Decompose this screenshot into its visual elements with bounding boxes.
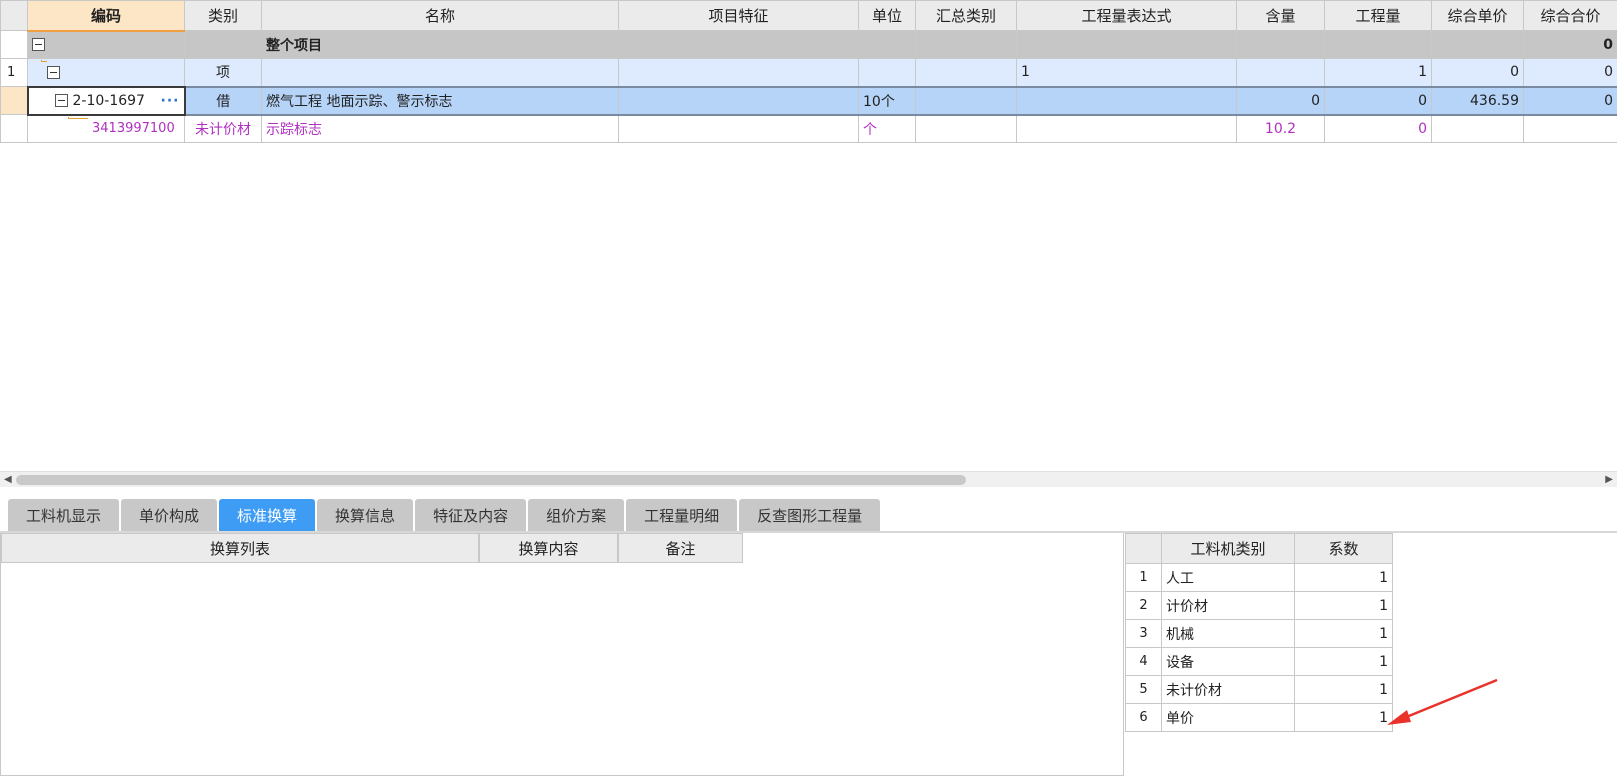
- tab-features-content[interactable]: 特征及内容: [415, 499, 527, 531]
- coef-value-cell[interactable]: 1: [1294, 563, 1393, 592]
- row-number: 1: [0, 58, 28, 87]
- name-cell[interactable]: [261, 58, 619, 87]
- coef-value-cell[interactable]: 1: [1294, 675, 1393, 704]
- coef-value-cell[interactable]: 1: [1294, 647, 1393, 676]
- total-price-cell[interactable]: 0: [1523, 58, 1617, 87]
- tab-labor-material-machine[interactable]: 工料机显示: [8, 499, 120, 531]
- scrollbar-thumb[interactable]: [16, 475, 966, 485]
- conversion-panel: 换算列表 换算内容 备注: [0, 533, 1124, 776]
- coef-value-cell[interactable]: 1: [1294, 591, 1393, 620]
- tab-reverse-check-graphic[interactable]: 反查图形工程量: [739, 499, 881, 531]
- header-summary-category[interactable]: 汇总类别: [915, 0, 1017, 31]
- coef-category-cell[interactable]: 计价材: [1161, 591, 1295, 620]
- grid-header-row: 编码 类别 名称 项目特征 单位 汇总类别 工程量表达式 含量 工程量 综合单价…: [0, 0, 1617, 32]
- collapse-icon[interactable]: [32, 38, 45, 52]
- header-total-price[interactable]: 综合合价: [1523, 0, 1617, 31]
- header-quantity[interactable]: 工程量: [1324, 0, 1432, 31]
- content-cell[interactable]: 0: [1236, 85, 1325, 116]
- coef-row[interactable]: 4 设备 1: [1125, 647, 1393, 676]
- conversion-header: 换算列表 换算内容 备注: [1, 533, 1123, 563]
- coef-category-cell[interactable]: 人工: [1161, 563, 1295, 592]
- coef-row[interactable]: 5 未计价材 1: [1125, 675, 1393, 704]
- content-cell[interactable]: 10.2: [1236, 114, 1325, 143]
- category-cell[interactable]: 项: [184, 58, 262, 87]
- category-cell[interactable]: [184, 30, 262, 59]
- code-text: 3413997100: [92, 121, 175, 137]
- row-number: [0, 114, 28, 143]
- unit-cell[interactable]: 个: [858, 114, 916, 143]
- table-row-total[interactable]: 整个项目 0: [0, 30, 1617, 59]
- name-cell[interactable]: 整个项目: [261, 30, 619, 59]
- coef-category-cell[interactable]: 机械: [1161, 619, 1295, 648]
- code-cell[interactable]: 2-10-1697 ···: [26, 85, 186, 116]
- tab-conversion-info[interactable]: 换算信息: [317, 499, 414, 531]
- coef-category-cell[interactable]: 单价: [1161, 703, 1295, 732]
- unit-price-cell[interactable]: 0: [1431, 58, 1524, 87]
- coef-row[interactable]: 1 人工 1: [1125, 563, 1393, 592]
- more-icon[interactable]: ···: [161, 93, 180, 109]
- header-coefficient[interactable]: 系数: [1294, 533, 1393, 564]
- name-cell[interactable]: 示踪标志: [261, 114, 619, 143]
- main-grid: 编码 类别 名称 项目特征 单位 汇总类别 工程量表达式 含量 工程量 综合单价…: [0, 0, 1617, 143]
- collapse-icon[interactable]: [47, 65, 60, 79]
- header-conversion-content[interactable]: 换算内容: [479, 533, 618, 563]
- header-expression[interactable]: 工程量表达式: [1016, 0, 1237, 31]
- code-cell[interactable]: [27, 30, 185, 59]
- header-corner: [0, 0, 28, 31]
- tab-unit-price-composition[interactable]: 单价构成: [121, 499, 218, 531]
- header-name[interactable]: 名称: [261, 0, 619, 31]
- header-feature[interactable]: 项目特征: [618, 0, 859, 31]
- table-row-sub[interactable]: 3413997100 未计价材 示踪标志 个 10.2 0: [0, 114, 1617, 143]
- coef-header-corner: [1125, 533, 1162, 564]
- header-category[interactable]: 类别: [184, 0, 262, 31]
- unit-cell[interactable]: 10个: [858, 85, 916, 116]
- coefficient-table: 工料机类别 系数 1 人工 1 2 计价材 1 3 机械 1 4 设备 1 5 …: [1125, 533, 1393, 732]
- annotation-arrow-icon: [1387, 678, 1498, 725]
- scroll-right-icon[interactable]: ▶: [1605, 474, 1613, 485]
- header-code[interactable]: 编码: [27, 0, 185, 32]
- coef-row[interactable]: 6 单价 1: [1125, 703, 1393, 732]
- coef-category-cell[interactable]: 未计价材: [1161, 675, 1295, 704]
- expression-cell[interactable]: 1: [1016, 58, 1237, 87]
- horizontal-scrollbar[interactable]: ◀ ▶: [0, 471, 1617, 487]
- unit-price-cell[interactable]: 436.59: [1431, 85, 1524, 116]
- coef-header-row: 工料机类别 系数: [1125, 533, 1393, 564]
- code-text: 2-10-1697: [72, 92, 145, 109]
- name-cell[interactable]: 燃气工程 地面示踪、警示标志: [261, 85, 619, 116]
- collapse-icon[interactable]: [54, 94, 68, 107]
- scroll-left-icon[interactable]: ◀: [4, 474, 12, 485]
- quantity-cell[interactable]: 1: [1324, 58, 1432, 87]
- header-unit[interactable]: 单位: [858, 0, 916, 31]
- header-lmm-category[interactable]: 工料机类别: [1161, 533, 1295, 564]
- code-cell[interactable]: 3413997100: [27, 114, 185, 143]
- header-conversion-list[interactable]: 换算列表: [1, 533, 479, 563]
- row-number: [0, 86, 28, 115]
- coef-value-cell[interactable]: 1: [1294, 703, 1393, 732]
- total-price-cell[interactable]: 0: [1523, 30, 1617, 59]
- tab-standard-conversion[interactable]: 标准换算: [219, 499, 316, 531]
- coef-row[interactable]: 2 计价材 1: [1125, 591, 1393, 620]
- category-cell[interactable]: 未计价材: [184, 114, 262, 143]
- coef-value-cell[interactable]: 1: [1294, 619, 1393, 648]
- header-content[interactable]: 含量: [1236, 0, 1325, 31]
- code-cell[interactable]: [27, 58, 185, 87]
- table-row-item[interactable]: 1 项 1 1 0 0: [0, 58, 1617, 87]
- quantity-cell[interactable]: 0: [1324, 114, 1432, 143]
- tab-pricing-scheme[interactable]: 组价方案: [528, 499, 625, 531]
- row-number: [0, 30, 28, 59]
- coef-category-cell[interactable]: 设备: [1161, 647, 1295, 676]
- detail-tabs: 工料机显示 单价构成 标准换算 换算信息 特征及内容 组价方案 工程量明细 反查…: [8, 499, 881, 531]
- header-remark[interactable]: 备注: [618, 533, 743, 563]
- quantity-cell[interactable]: 0: [1324, 85, 1432, 116]
- category-cell[interactable]: 借: [184, 85, 262, 116]
- tab-quantity-detail[interactable]: 工程量明细: [626, 499, 738, 531]
- table-row-selected[interactable]: 2-10-1697 ··· 借 燃气工程 地面示踪、警示标志 10个 0 0 4…: [0, 85, 1617, 116]
- coef-row[interactable]: 3 机械 1: [1125, 619, 1393, 648]
- total-price-cell[interactable]: 0: [1523, 85, 1617, 116]
- header-unit-price[interactable]: 综合单价: [1431, 0, 1524, 31]
